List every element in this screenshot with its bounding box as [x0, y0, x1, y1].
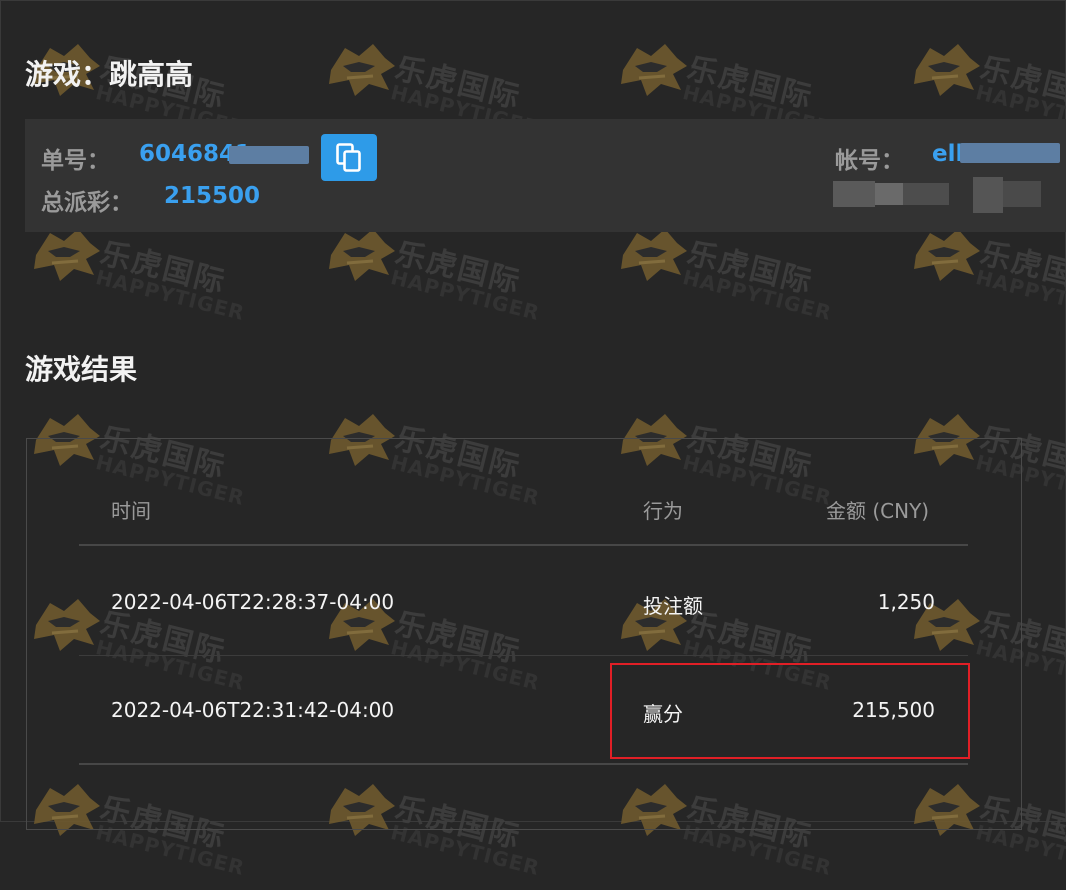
game-label: 游戏 — [25, 58, 82, 91]
game-name: 跳高高 — [109, 58, 194, 91]
info-panel: 单号： 6046841 总派彩： 215500 帐号： ell — [25, 119, 1066, 232]
page-title: 游戏：跳高高 — [25, 53, 193, 93]
copy-icon — [336, 142, 361, 172]
column-header-time: 时间 — [111, 499, 151, 523]
total-payout-value: 215500 — [164, 183, 261, 209]
row-time: 2022-04-06T22:31:42-04:00 — [111, 698, 395, 722]
order-detail: 游戏：跳高高 单号： 6046841 总派彩： 215500 帐号： ell 游… — [0, 0, 1066, 830]
redacted-account-suffix — [960, 143, 1060, 163]
redacted-block — [973, 177, 1003, 213]
redacted-block — [1003, 181, 1041, 207]
column-header-amount: 金额 (CNY) — [826, 499, 930, 523]
title-separator: ： — [81, 58, 110, 91]
account-value: ell — [932, 141, 964, 167]
copy-button[interactable] — [321, 134, 377, 181]
results-title: 游戏结果 — [25, 353, 138, 386]
highlight-box — [610, 663, 970, 759]
total-payout-label: 总派彩： — [41, 190, 133, 216]
column-header-action: 行为 — [643, 499, 683, 523]
redacted-block — [903, 183, 949, 205]
account-label: 帐号： — [835, 148, 904, 174]
table-divider — [79, 763, 968, 765]
redacted-block — [875, 183, 903, 205]
table-divider — [79, 655, 968, 656]
row-time: 2022-04-06T22:28:37-04:00 — [111, 590, 395, 614]
redacted-block — [833, 181, 875, 207]
row-amount: 1,250 — [877, 590, 935, 614]
redacted-order-suffix — [229, 146, 309, 164]
table-divider — [79, 544, 968, 546]
row-action: 投注额 — [643, 594, 703, 618]
order-number-label: 单号： — [41, 148, 110, 174]
